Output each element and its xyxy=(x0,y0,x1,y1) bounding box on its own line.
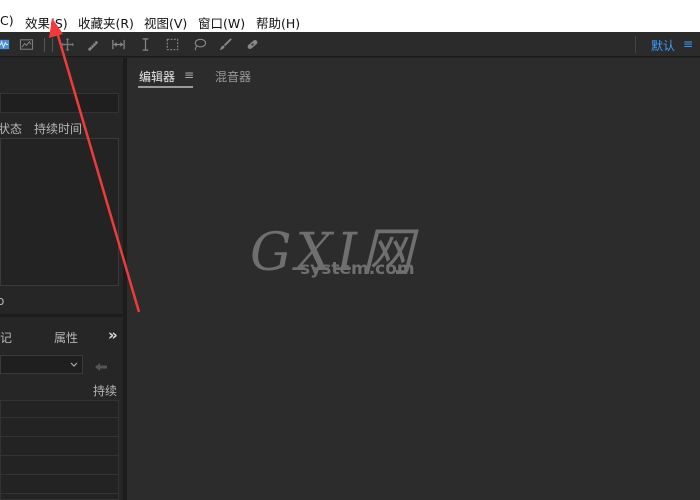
slip-tool-icon[interactable] xyxy=(109,35,128,54)
tab-mixer[interactable]: 混音器 xyxy=(215,68,251,85)
row-divider xyxy=(1,474,118,475)
waveform-view-icon[interactable] xyxy=(0,35,13,54)
files-footer-fragment: o xyxy=(0,294,5,308)
toolbar: 默认 ≡ xyxy=(0,32,700,57)
menu-help[interactable]: 帮助(H) xyxy=(256,13,300,32)
files-search-input[interactable] xyxy=(0,93,119,113)
panel-splitter[interactable] xyxy=(0,314,123,317)
markers-list[interactable] xyxy=(0,400,119,500)
workspace-dropdown[interactable]: 默认 xyxy=(651,37,675,54)
back-arrow-icon[interactable] xyxy=(94,358,108,377)
menu-window[interactable]: 窗口(W) xyxy=(198,13,245,32)
chevron-down-icon xyxy=(70,362,78,367)
menu-effects[interactable]: 效果(S) xyxy=(25,13,68,32)
menu-bar: C) 效果(S) 收藏夹(R) 视图(V) 窗口(W) 帮助(H) xyxy=(0,0,700,32)
spectral-view-icon[interactable] xyxy=(17,35,36,54)
panel-overflow-icon[interactable]: » xyxy=(108,326,118,344)
files-list[interactable] xyxy=(0,138,119,286)
time-selection-icon[interactable] xyxy=(136,35,155,54)
active-tab-indicator xyxy=(138,86,193,88)
workspace-menu-icon[interactable]: ≡ xyxy=(683,37,693,51)
marker-filter-dropdown[interactable] xyxy=(0,355,83,374)
row-divider xyxy=(1,493,118,494)
brush-selection-icon[interactable] xyxy=(216,35,235,54)
menu-edit[interactable]: C) xyxy=(0,13,14,28)
toolbar-separator xyxy=(44,38,45,52)
razor-tool-icon[interactable] xyxy=(83,35,102,54)
toolbar-separator xyxy=(635,36,636,53)
tab-menu-icon[interactable]: ≡ xyxy=(184,68,194,82)
left-panel-area: 状态 持续时间 o 标记 属性 » 持续 xyxy=(0,58,123,500)
menu-favorites[interactable]: 收藏夹(R) xyxy=(78,13,134,32)
column-header-duration[interactable]: 持续时间 xyxy=(34,120,82,137)
tab-markers[interactable]: 标记 xyxy=(0,329,12,346)
row-divider xyxy=(1,455,118,456)
move-tool-icon[interactable] xyxy=(58,35,77,54)
row-divider xyxy=(1,417,118,418)
tab-editor[interactable]: 编辑器 xyxy=(139,68,175,85)
lasso-selection-icon[interactable] xyxy=(190,35,209,54)
menu-view[interactable]: 视图(V) xyxy=(144,13,187,32)
row-divider xyxy=(1,436,118,437)
markers-column-duration[interactable]: 持续 xyxy=(93,382,117,399)
spot-healing-icon[interactable] xyxy=(243,35,262,54)
toolbar-separator xyxy=(52,38,53,52)
tab-properties[interactable]: 属性 xyxy=(54,329,78,346)
marquee-selection-icon[interactable] xyxy=(163,35,182,54)
column-header-status[interactable]: 状态 xyxy=(0,120,22,137)
watermark-domain: system.com xyxy=(300,259,415,279)
